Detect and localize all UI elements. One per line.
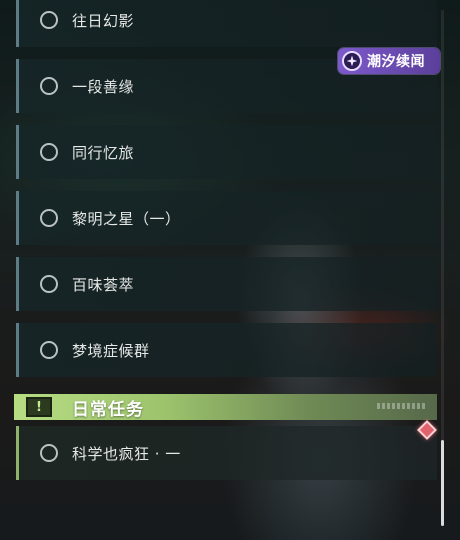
radio-circle-icon xyxy=(40,143,58,161)
exclamation-icon: ! xyxy=(26,397,52,417)
quest-label: 往日幻影 xyxy=(72,11,135,30)
radio-circle-icon xyxy=(40,77,58,95)
quest-label: 黎明之星（一） xyxy=(72,209,181,228)
radio-circle-icon xyxy=(40,444,58,462)
radio-circle-icon xyxy=(40,11,58,29)
scrollbar-thumb[interactable] xyxy=(441,440,444,526)
daily-tasks-header[interactable]: ! 日常任务 xyxy=(14,394,437,420)
quest-item[interactable]: 梦境症候群 xyxy=(16,323,437,377)
quest-label: 百味荟萃 xyxy=(72,275,135,294)
section-title: 日常任务 xyxy=(72,399,144,420)
quest-item[interactable]: 百味荟萃 xyxy=(16,257,437,311)
radio-circle-icon xyxy=(40,209,58,227)
quest-label: 同行忆旅 xyxy=(72,143,135,162)
quest-label: 科学也疯狂 · 一 xyxy=(72,444,181,463)
header-decoration xyxy=(377,403,425,409)
tidal-star-icon xyxy=(342,51,362,71)
quest-label: 梦境症候群 xyxy=(72,341,150,360)
quest-item[interactable]: 同行忆旅 xyxy=(16,125,437,179)
radio-circle-icon xyxy=(40,275,58,293)
quest-item[interactable]: 黎明之星（一） xyxy=(16,191,437,245)
badge-label: 潮汐续闻 xyxy=(367,54,425,70)
tidal-news-badge[interactable]: 潮汐续闻 xyxy=(338,48,440,74)
quest-label: 一段善缘 xyxy=(72,77,135,96)
daily-quest-item[interactable]: 科学也疯狂 · 一 xyxy=(16,426,437,480)
quest-item[interactable]: 往日幻影 xyxy=(16,0,437,47)
radio-circle-icon xyxy=(40,341,58,359)
